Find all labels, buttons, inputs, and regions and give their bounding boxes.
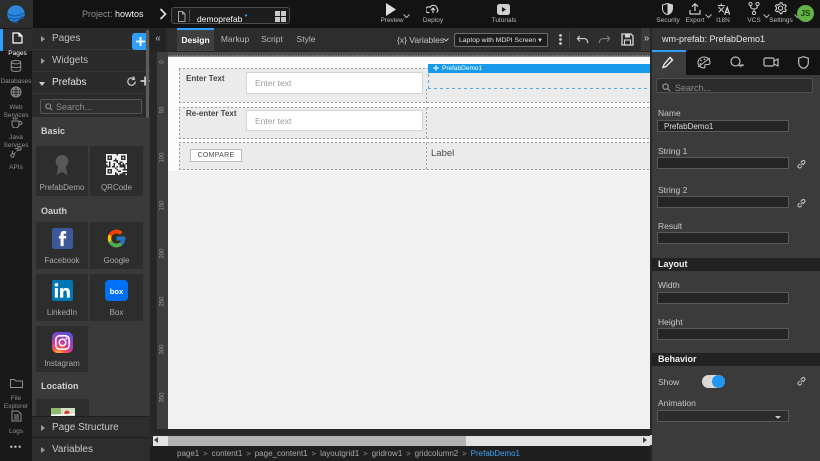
svg-text:box: box <box>110 287 124 296</box>
